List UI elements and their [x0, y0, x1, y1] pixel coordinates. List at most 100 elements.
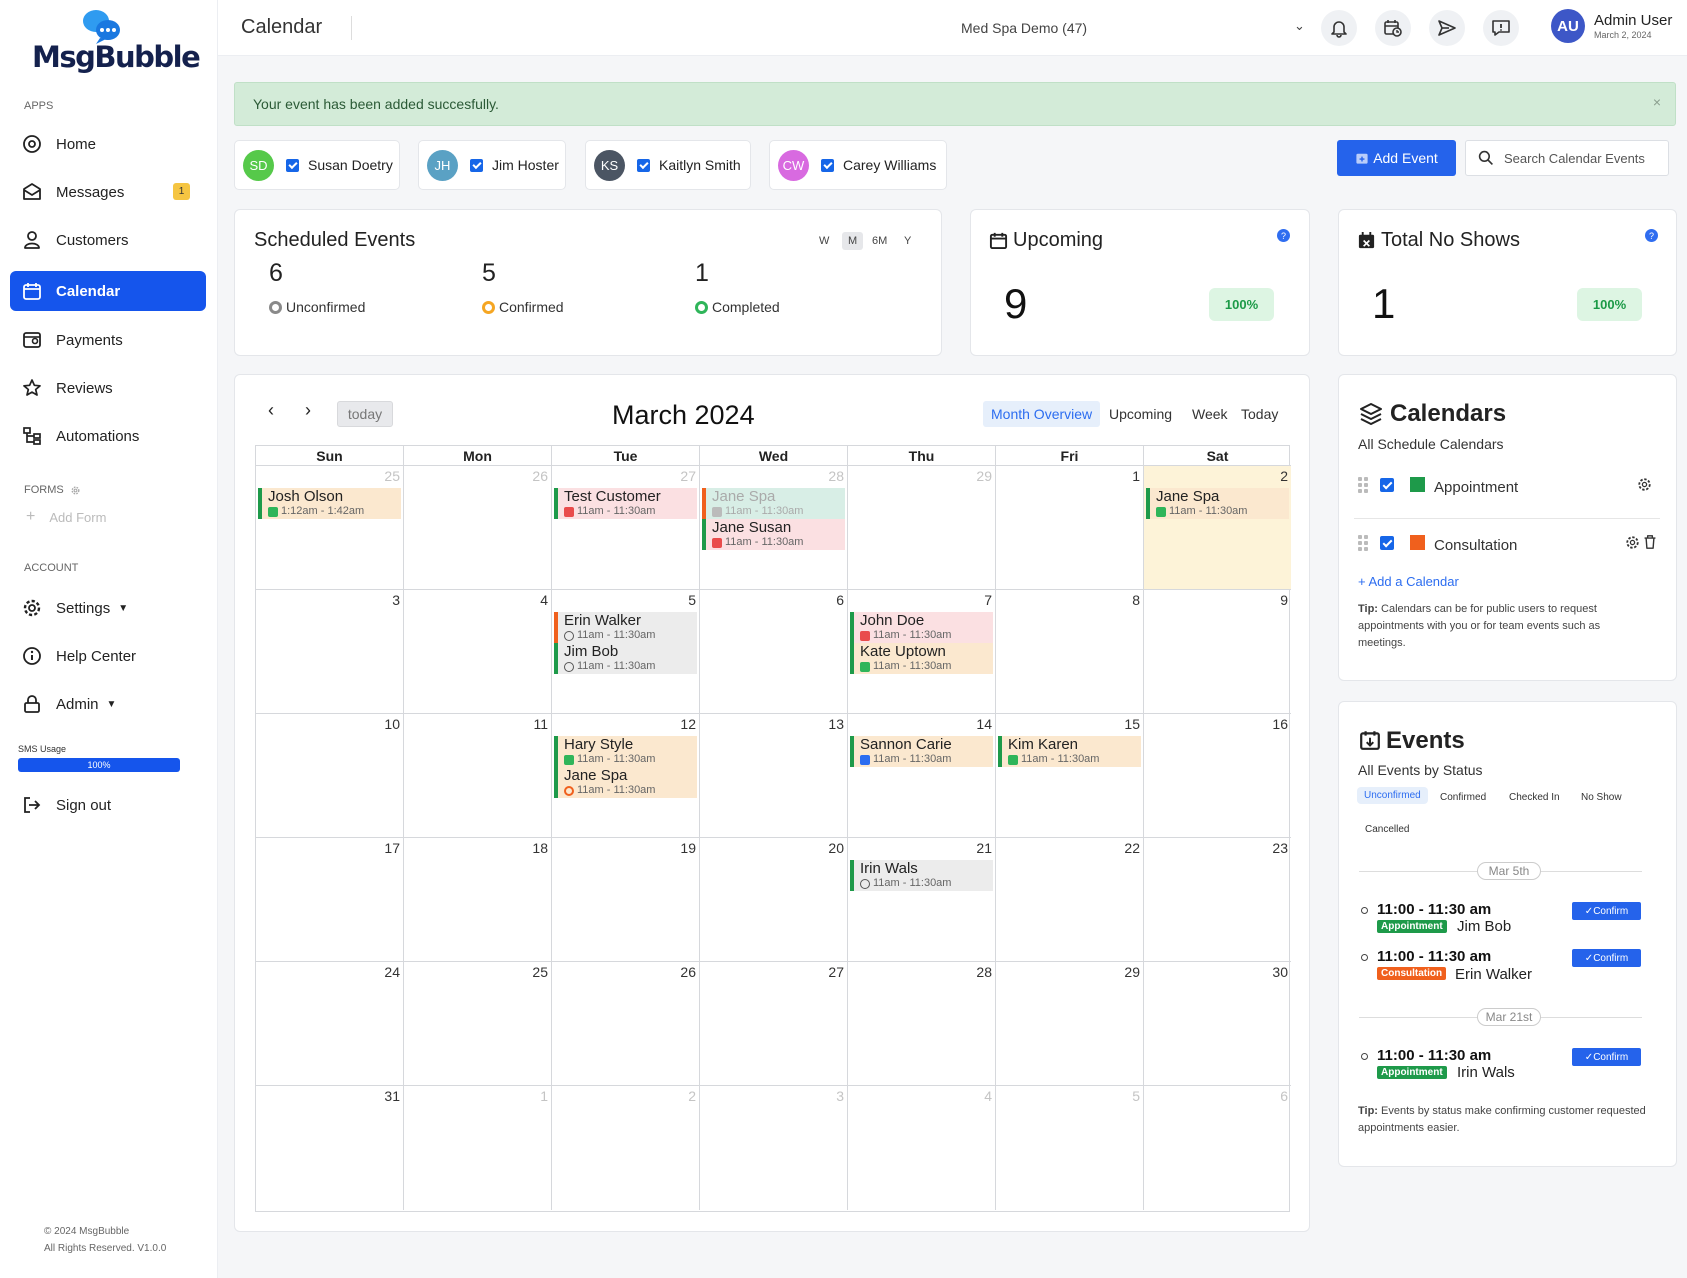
day-cell[interactable]: 10 [256, 714, 404, 838]
calendar-event[interactable]: Kate Uptown 11am - 11:30am [850, 643, 993, 674]
day-cell[interactable]: 27 Test Customer 11am - 11:30am [552, 466, 700, 590]
calendar-event[interactable]: Erin Walker 11am - 11:30am [554, 612, 697, 643]
day-cell[interactable]: 8 [996, 590, 1144, 714]
tab-checked-in[interactable]: Checked In [1502, 789, 1567, 806]
sidebar-item-reviews[interactable]: Reviews [10, 368, 206, 408]
day-cell[interactable]: 2 [552, 1086, 700, 1210]
calendar-event[interactable]: Josh Olson 1:12am - 1:42am [258, 488, 401, 519]
tab-unconfirmed[interactable]: Unconfirmed [1357, 787, 1428, 804]
day-cell[interactable]: 28 Jane Spa 11am - 11:30am Jane Susan 11am -… [700, 466, 848, 590]
chevron-down-icon[interactable]: ⌄ [1294, 18, 1305, 34]
user-name[interactable]: Admin User [1594, 12, 1672, 29]
day-cell[interactable]: 1 [404, 1086, 552, 1210]
day-cell[interactable]: 20 [700, 838, 848, 962]
calendar-event[interactable]: Test Customer 11am - 11:30am [554, 488, 697, 519]
previous-month-button[interactable]: ‹ [268, 400, 274, 421]
day-cell[interactable]: 7 John Doe 11am - 11:30am Kate Uptown 11am -… [848, 590, 996, 714]
calendar-event[interactable]: Irin Wals 11am - 11:30am [850, 860, 993, 891]
help-icon[interactable]: ? [1645, 229, 1658, 242]
calendar-event[interactable]: Hary Style 11am - 11:30am [554, 736, 697, 767]
day-cell[interactable]: 21 Irin Wals 11am - 11:30am [848, 838, 996, 962]
day-cell[interactable]: 30 [1144, 962, 1291, 1086]
sidebar-item-payments[interactable]: Payments [10, 320, 206, 360]
sidebar-item-messages[interactable]: Messages 1 [10, 172, 206, 212]
tab-today[interactable]: Today [1233, 401, 1286, 427]
notifications-button[interactable] [1321, 10, 1357, 46]
gear-icon[interactable] [1637, 477, 1652, 492]
confirm-button[interactable]: ✓ Confirm [1572, 1048, 1641, 1066]
day-cell[interactable]: 3 [256, 590, 404, 714]
day-cell[interactable]: 22 [996, 838, 1144, 962]
day-cell[interactable]: 24 [256, 962, 404, 1086]
drag-handle-icon[interactable] [1358, 535, 1370, 551]
sidebar-item-help-center[interactable]: Help Center [10, 636, 206, 676]
tab-week[interactable]: Week [1184, 401, 1236, 427]
staff-checkbox[interactable] [286, 158, 299, 172]
calendar-event[interactable]: Sannon Carie 11am - 11:30am [850, 736, 993, 767]
sidebar-item-home[interactable]: Home [10, 124, 206, 164]
consultation-calendar-checkbox[interactable] [1380, 536, 1394, 550]
day-cell[interactable]: 14 Sannon Carie 11am - 11:30am [848, 714, 996, 838]
add-form-link[interactable]: + Add Form [26, 508, 106, 526]
staff-checkbox[interactable] [821, 158, 834, 172]
day-cell[interactable]: 29 [996, 962, 1144, 1086]
day-cell[interactable]: 3 [700, 1086, 848, 1210]
day-cell[interactable]: 15 Kim Karen 11am - 11:30am [996, 714, 1144, 838]
calendar-event[interactable]: Jane Spa 11am - 11:30am [702, 488, 845, 519]
day-cell[interactable]: 27 [700, 962, 848, 1086]
trash-icon[interactable] [1643, 534, 1657, 550]
day-cell[interactable]: 9 [1144, 590, 1291, 714]
day-cell[interactable]: 25 [404, 962, 552, 1086]
add-event-button[interactable]: Add Event [1337, 140, 1456, 176]
gear-icon[interactable] [70, 485, 81, 496]
send-button[interactable] [1429, 10, 1465, 46]
tab-confirmed[interactable]: Confirmed [1433, 789, 1493, 806]
day-cell[interactable]: 11 [404, 714, 552, 838]
day-cell[interactable]: 6 [1144, 1086, 1291, 1210]
day-cell[interactable]: 6 [700, 590, 848, 714]
appointment-calendar-checkbox[interactable] [1380, 478, 1394, 492]
staff-checkbox[interactable] [470, 158, 483, 172]
day-cell[interactable]: 18 [404, 838, 552, 962]
day-cell[interactable]: 25 Josh Olson 1:12am - 1:42am [256, 466, 404, 590]
confirm-button[interactable]: ✓ Confirm [1572, 949, 1641, 967]
tab-no-show[interactable]: No Show [1574, 789, 1629, 806]
tab-upcoming[interactable]: Upcoming [1101, 401, 1180, 427]
calendar-clock-button[interactable] [1375, 10, 1411, 46]
day-cell[interactable]: 19 [552, 838, 700, 962]
range-6month[interactable]: 6M [866, 232, 893, 250]
day-cell[interactable]: 29 [848, 466, 996, 590]
day-cell[interactable]: 31 [256, 1086, 404, 1210]
range-year[interactable]: Y [898, 232, 917, 250]
sidebar-item-calendar[interactable]: Calendar [10, 271, 206, 311]
day-cell[interactable]: 1 [996, 466, 1144, 590]
day-cell[interactable]: 17 [256, 838, 404, 962]
user-avatar[interactable]: AU [1551, 9, 1585, 43]
day-cell[interactable]: 16 [1144, 714, 1291, 838]
close-icon[interactable]: × [1653, 94, 1661, 110]
day-cell[interactable]: 28 [848, 962, 996, 1086]
calendar-event[interactable]: John Doe 11am - 11:30am [850, 612, 993, 643]
search-input[interactable]: Search Calendar Events [1465, 140, 1669, 176]
calendar-event[interactable]: Jane Spa 11am - 11:30am [1146, 488, 1289, 519]
range-week[interactable]: W [813, 232, 835, 250]
today-button[interactable]: today [337, 401, 393, 427]
day-cell[interactable]: 26 [404, 466, 552, 590]
feedback-button[interactable] [1483, 10, 1519, 46]
msgbubble-logo[interactable]: MsgBubble [30, 6, 201, 74]
staff-checkbox[interactable] [637, 158, 650, 172]
day-cell[interactable]: 12 Hary Style 11am - 11:30am Jane Spa 11am -… [552, 714, 700, 838]
sign-out-button[interactable]: Sign out [10, 785, 206, 825]
day-cell[interactable]: 23 [1144, 838, 1291, 962]
tab-cancelled[interactable]: Cancelled [1358, 821, 1416, 838]
account-selector[interactable]: Med Spa Demo (47) [961, 20, 1087, 36]
next-month-button[interactable]: › [305, 400, 311, 421]
confirm-button[interactable]: ✓ Confirm [1572, 902, 1641, 920]
calendar-event[interactable]: Jane Susan 11am - 11:30am [702, 519, 845, 550]
staff-chip[interactable]: CW Carey Williams [769, 140, 947, 190]
staff-chip[interactable]: SD Susan Doetry [234, 140, 400, 190]
drag-handle-icon[interactable] [1358, 477, 1370, 493]
sidebar-item-admin[interactable]: Admin ▼ [10, 684, 206, 724]
sidebar-item-automations[interactable]: Automations [10, 416, 206, 456]
day-cell[interactable]: 5 [996, 1086, 1144, 1210]
